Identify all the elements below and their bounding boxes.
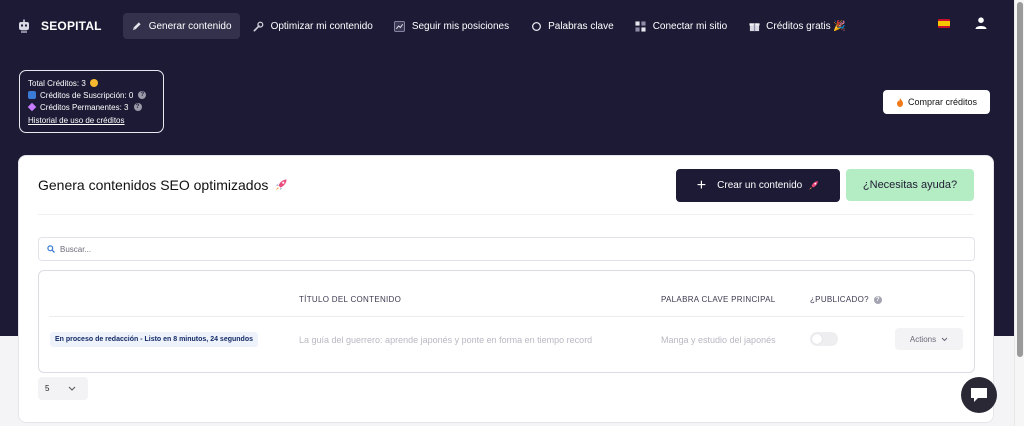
page-scrollbar[interactable] [1014, 0, 1024, 426]
need-help-label: ¿Necesitas ayuda? [862, 179, 958, 191]
nav-menu: Generar contenido Optimizar mi contenido… [122, 13, 859, 39]
rocket-icon [809, 181, 819, 190]
scrollbar-thumb[interactable] [1017, 2, 1023, 357]
help-icon[interactable]: ? [873, 295, 882, 304]
nav-item-conectar-sitio[interactable]: Conectar mi sitio [627, 13, 735, 39]
nav-item-label: Créditos gratis 🎉 [766, 20, 846, 32]
column-header-published-label: ¿PUBLICADO? [810, 295, 869, 304]
brand[interactable]: SEOPITAL [16, 18, 102, 34]
create-content-label: Crear un contenido [717, 180, 803, 191]
wrench-icon [253, 20, 265, 32]
top-navigation: SEOPITAL Generar contenido Optimizar mi … [0, 0, 1012, 52]
brand-name: SEOPITAL [41, 19, 102, 33]
qr-icon [635, 20, 647, 32]
need-help-button[interactable]: ¿Necesitas ayuda? [846, 169, 974, 201]
content-card: Genera contenidos SEO optimizados + Crea… [18, 155, 994, 423]
nav-right [938, 16, 988, 30]
chevron-down-icon [941, 337, 948, 341]
chat-button[interactable] [961, 377, 997, 413]
nav-item-label: Optimizar mi contenido [270, 20, 373, 32]
chevron-down-icon [68, 386, 76, 391]
actions-dropdown-button[interactable]: Actions [895, 328, 963, 350]
credits-panel: Total Créditos: 3 Créditos de Suscripció… [19, 70, 164, 133]
magnifier-icon [530, 20, 542, 32]
credits-permanent-text: Créditos Permanentes: 3 [40, 102, 129, 112]
search-icon [47, 245, 55, 253]
chart-icon [394, 20, 406, 32]
page-title: Genera contenidos SEO optimizados [38, 177, 288, 193]
nav-item-label: Palabras clave [548, 20, 614, 32]
column-header-published: ¿PUBLICADO? ? [810, 295, 882, 304]
robot-logo-icon [19, 19, 29, 33]
refresh-icon [28, 91, 36, 99]
credits-total-text: Total Créditos: 3 [28, 78, 86, 88]
gift-icon [748, 20, 760, 32]
credits-history-link[interactable]: Historial de uso de créditos [28, 116, 155, 125]
search-bar[interactable] [38, 237, 975, 261]
credits-permanent: Créditos Permanentes: 3 ? [27, 101, 155, 113]
spain-flag-icon[interactable] [938, 18, 950, 28]
nav-item-optimizar-contenido[interactable]: Optimizar mi contenido [245, 13, 381, 39]
nav-item-palabras-clave[interactable]: Palabras clave [522, 13, 622, 39]
credits-subscription: Créditos de Suscripción: 0 ? [28, 89, 155, 101]
status-badge: En proceso de redacción - Listo en 8 min… [50, 332, 258, 347]
nav-item-creditos-gratis[interactable]: Créditos gratis 🎉 [740, 13, 854, 39]
page-size-select[interactable]: 5 [38, 377, 88, 400]
help-icon[interactable]: ? [138, 91, 147, 99]
credits-total: Total Créditos: 3 [28, 77, 155, 89]
nav-item-seguir-posiciones[interactable]: Seguir mis posiciones [386, 13, 517, 39]
create-content-button[interactable]: + Crear un contenido [676, 169, 840, 202]
gem-icon [27, 102, 37, 112]
published-toggle[interactable] [810, 332, 838, 346]
nav-item-label: Seguir mis posiciones [411, 20, 510, 32]
row-keyword: Manga y estudio del japonés [661, 335, 776, 345]
page-title-text: Genera contenidos SEO optimizados [38, 177, 269, 193]
column-header-title: TÍTULO DEL CONTENIDO [299, 295, 402, 304]
help-icon[interactable]: ? [133, 103, 142, 111]
chat-icon [971, 388, 987, 402]
nav-item-label: Conectar mi sitio [652, 20, 728, 32]
fire-icon [896, 97, 903, 107]
buy-credits-label: Comprar créditos [907, 97, 978, 107]
actions-label: Actions [909, 334, 937, 344]
nav-item-label: Generar contenido [148, 20, 232, 32]
smile-emoji-icon [89, 79, 98, 87]
user-icon[interactable] [974, 16, 988, 30]
header-divider [49, 316, 964, 317]
divider [38, 214, 974, 215]
credits-subscription-text: Créditos de Suscripción: 0 [40, 90, 134, 100]
row-title: La guía del guerrero: aprende japonés y … [299, 335, 593, 345]
plus-icon: + [696, 176, 707, 194]
content-table: TÍTULO DEL CONTENIDO PALABRA CLAVE PRINC… [38, 270, 975, 373]
buy-credits-button[interactable]: Comprar créditos [883, 90, 990, 114]
nav-item-generar-contenido[interactable]: Generar contenido [122, 13, 240, 39]
search-input[interactable] [60, 244, 920, 254]
rocket-icon [275, 179, 287, 191]
pencil-icon [131, 20, 143, 32]
column-header-keyword: PALABRA CLAVE PRINCIPAL [661, 295, 776, 304]
page-size-value: 5 [45, 384, 50, 393]
